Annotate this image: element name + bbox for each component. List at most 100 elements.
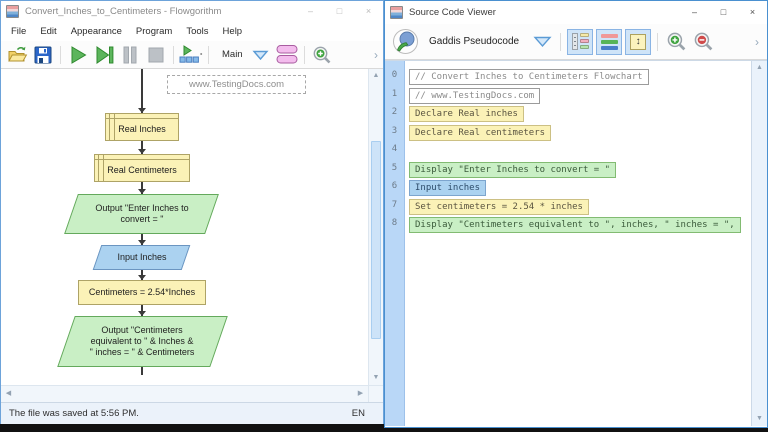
code-line-box: Input inches: [409, 180, 486, 196]
stop-button[interactable]: [144, 43, 168, 67]
toolbar-separator: [173, 46, 174, 64]
toolbar-separator: [657, 33, 658, 51]
vertical-scrollbar[interactable]: ▲ ▼: [751, 61, 767, 426]
menu-item-edit[interactable]: Edit: [33, 22, 63, 41]
line-numbers-toggle[interactable]: [567, 29, 593, 55]
line-number: 0: [385, 68, 404, 87]
flowchart-canvas: www.TestingDocs.com Real InchesReal Cent…: [1, 69, 368, 385]
flow-arrow: [141, 270, 143, 280]
horizontal-scrollbar[interactable]: ◀ ▶: [1, 385, 368, 402]
flow-node-output[interactable]: Output "Enter Inches to convert = ": [71, 194, 212, 234]
color-highlight-toggle[interactable]: [596, 29, 622, 55]
function-select-label[interactable]: Main: [222, 49, 243, 60]
title-bar[interactable]: Source Code Viewer – □ ×: [385, 1, 767, 24]
code-line-box: Display "Centimeters equivalent to ", in…: [409, 217, 741, 233]
fit-width-icon: ↕: [630, 34, 646, 50]
flow-node-input[interactable]: Input Inches: [97, 245, 186, 270]
toolbar-overflow-chevron[interactable]: ›: [374, 49, 379, 61]
code-line: Display "Centimeters equivalent to ", in…: [405, 216, 751, 235]
code-line: Input inches: [405, 179, 751, 198]
step-button[interactable]: [92, 43, 116, 67]
language-dropdown[interactable]: [530, 30, 554, 54]
code-line: [405, 142, 751, 161]
node-label: Input Inches: [97, 245, 186, 270]
code-line: // www.TestingDocs.com: [405, 87, 751, 106]
pause-icon: [122, 46, 138, 64]
run-icon: [68, 45, 88, 65]
layout-run-icon: [179, 45, 203, 64]
language-icon: [392, 28, 419, 55]
scrollbar-thumb[interactable]: [371, 141, 381, 339]
toolbar-separator: [60, 46, 61, 64]
menu-item-tools[interactable]: Tools: [179, 22, 215, 41]
language-button[interactable]: [392, 30, 419, 54]
title-bar[interactable]: Convert_Inches_to_Centimeters - Flowgori…: [1, 1, 383, 22]
menu-item-program[interactable]: Program: [129, 22, 179, 41]
close-button[interactable]: ×: [738, 2, 767, 23]
close-button[interactable]: ×: [354, 1, 383, 22]
zoom-out-button[interactable]: [691, 30, 715, 54]
language-indicator[interactable]: EN: [352, 408, 375, 419]
maximize-button[interactable]: □: [709, 2, 738, 23]
syntax-language-label[interactable]: Gaddis Pseudocode: [429, 36, 519, 47]
menu-item-file[interactable]: File: [4, 22, 33, 41]
minimize-button[interactable]: –: [680, 2, 709, 23]
toolbar-overflow-chevron[interactable]: ›: [755, 36, 760, 48]
toolbar-separator: [208, 46, 209, 64]
zoom-out-icon: [693, 31, 714, 52]
line-number: 8: [385, 216, 404, 235]
viewer-app-icon: [390, 6, 403, 19]
flow-arrow: [141, 305, 143, 316]
flow-node-declare[interactable]: Real Centimeters: [94, 154, 190, 182]
open-button[interactable]: [5, 43, 29, 67]
toolbar-separator: [560, 33, 561, 51]
function-dropdown[interactable]: [249, 43, 273, 67]
fit-height-toggle[interactable]: ↕: [625, 29, 651, 55]
status-bar: The file was saved at 5:56 PM. EN: [1, 402, 383, 424]
window-title: Convert_Inches_to_Centimeters - Flowgori…: [25, 6, 296, 17]
scroll-down-arrow[interactable]: ▼: [369, 371, 383, 385]
run-button[interactable]: [66, 43, 90, 67]
viewer-toolbar: Gaddis Pseudocode ↕ ›: [385, 24, 767, 60]
stop-icon: [147, 46, 165, 64]
zoom-in-icon: [666, 31, 687, 52]
menu-item-help[interactable]: Help: [216, 22, 250, 41]
minimize-button[interactable]: –: [296, 1, 325, 22]
flow-arrow: [141, 141, 143, 154]
layout-run-button[interactable]: [179, 43, 203, 67]
vertical-scrollbar[interactable]: ▲ ▼: [368, 69, 383, 385]
scroll-right-arrow[interactable]: ▶: [353, 386, 368, 402]
pause-button[interactable]: [118, 43, 142, 67]
save-button[interactable]: [31, 43, 55, 67]
code-line-box: // Convert Inches to Centimeters Flowcha…: [409, 69, 649, 85]
toolbar-separator: [304, 46, 305, 64]
line-number: 4: [385, 142, 404, 161]
maximize-button[interactable]: □: [325, 1, 354, 22]
zoom-in-button[interactable]: [310, 43, 334, 67]
flow-node-declare[interactable]: Real Inches: [105, 113, 179, 141]
scroll-left-arrow[interactable]: ◀: [1, 386, 16, 402]
source-code-viewer-window: Source Code Viewer – □ × Gaddis Pseudoco…: [384, 0, 768, 428]
flow-node-output[interactable]: Output "Centimeters equivalent to " & In…: [66, 316, 219, 367]
flowgorithm-app-icon: [6, 5, 19, 18]
open-icon: [7, 45, 28, 64]
flow-node-assign[interactable]: Centimeters = 2.54*Inches: [78, 280, 206, 305]
menu-item-appearance[interactable]: Appearance: [64, 22, 129, 41]
toolbar: Main ›: [1, 41, 383, 69]
code-area: 012345678 // Convert Inches to Centimete…: [385, 60, 767, 426]
color-lines-icon: [601, 34, 618, 50]
code-line: Display "Enter Inches to convert = ": [405, 161, 751, 180]
scroll-down-arrow[interactable]: ▼: [752, 412, 767, 426]
desktop: Convert_Inches_to_Centimeters - Flowgori…: [0, 0, 768, 432]
zoom-in-button[interactable]: [664, 30, 688, 54]
line-number: 6: [385, 179, 404, 198]
code-line-box: Declare Real inches: [409, 106, 524, 122]
flow-arrow: [141, 182, 143, 194]
status-message: The file was saved at 5:56 PM.: [9, 408, 352, 419]
scroll-up-arrow[interactable]: ▲: [369, 69, 383, 83]
shapes-button[interactable]: [275, 43, 299, 67]
scroll-up-arrow[interactable]: ▲: [752, 61, 767, 75]
zoom-in-icon: [312, 45, 332, 65]
chevron-down-icon: [533, 35, 552, 48]
node-label: Real Inches: [105, 113, 179, 141]
